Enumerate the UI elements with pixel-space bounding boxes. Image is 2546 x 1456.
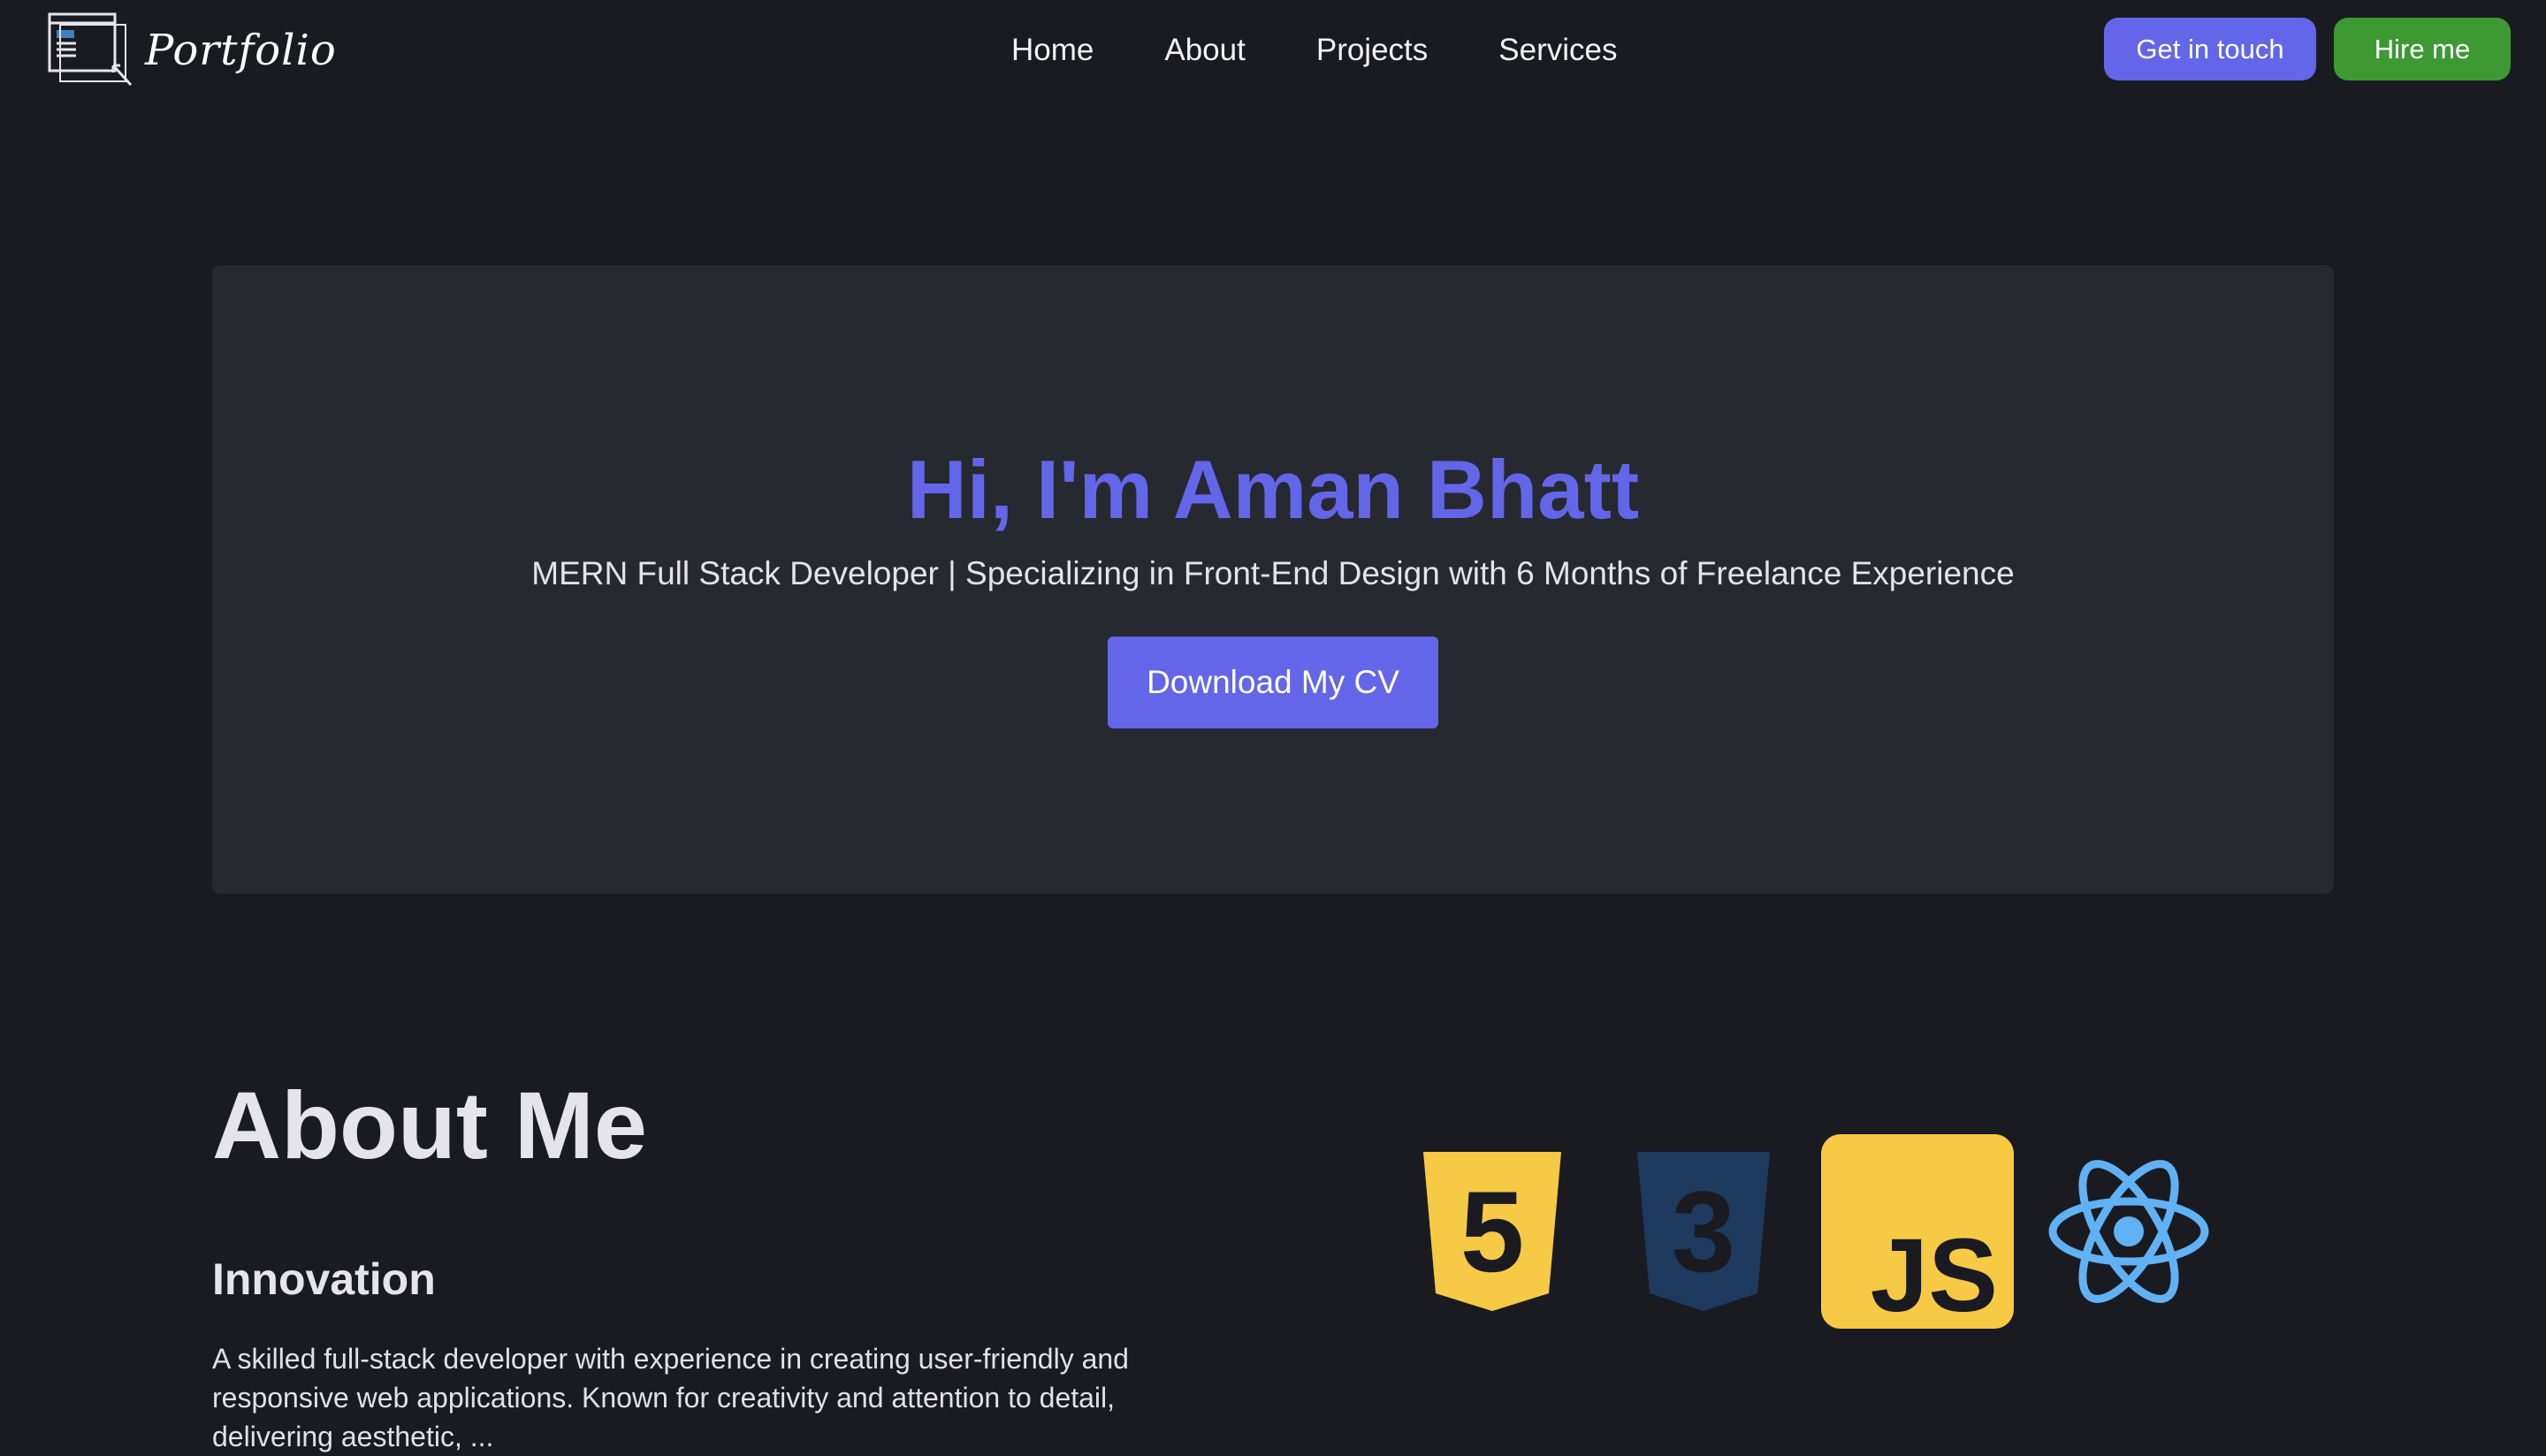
brand-name: Portfolio <box>145 26 337 75</box>
css3-label: 3 <box>1672 1167 1735 1296</box>
html5-label: 5 <box>1460 1167 1524 1296</box>
hero-subtitle: MERN Full Stack Developer | Specializing… <box>531 555 2015 591</box>
react-icon <box>2048 1160 2209 1303</box>
javascript-label: JS <box>1871 1217 1998 1329</box>
brand-logo[interactable]: Portfolio <box>48 11 337 90</box>
nav-link-home[interactable]: Home <box>1011 25 1129 76</box>
get-in-touch-button[interactable]: Get in touch <box>2104 18 2316 80</box>
javascript-icon: JS <box>1821 1134 2014 1329</box>
nav-link-services[interactable]: Services <box>1463 25 1652 76</box>
download-cv-button[interactable]: Download My CV <box>1108 637 1438 728</box>
portfolio-logo-icon <box>48 12 133 87</box>
hero-title: Hi, I'm Aman Bhatt <box>906 443 1640 536</box>
top-navbar: Portfolio Home About Projects Services G… <box>0 0 2546 102</box>
main-menu: Home About Projects Services <box>1011 25 1653 76</box>
about-title: About Me <box>212 1071 647 1178</box>
css3-icon: 3 <box>1637 1152 1770 1311</box>
about-subheading: Innovation <box>212 1254 436 1304</box>
hire-me-button[interactable]: Hire me <box>2334 18 2511 80</box>
nav-link-about[interactable]: About <box>1129 25 1280 76</box>
hero-card: Hi, I'm Aman Bhatt MERN Full Stack Devel… <box>212 265 2334 894</box>
about-description: A skilled full-stack developer with expe… <box>212 1343 1129 1452</box>
nav-link-projects[interactable]: Projects <box>1281 25 1463 76</box>
html5-icon: 5 <box>1423 1152 1561 1311</box>
